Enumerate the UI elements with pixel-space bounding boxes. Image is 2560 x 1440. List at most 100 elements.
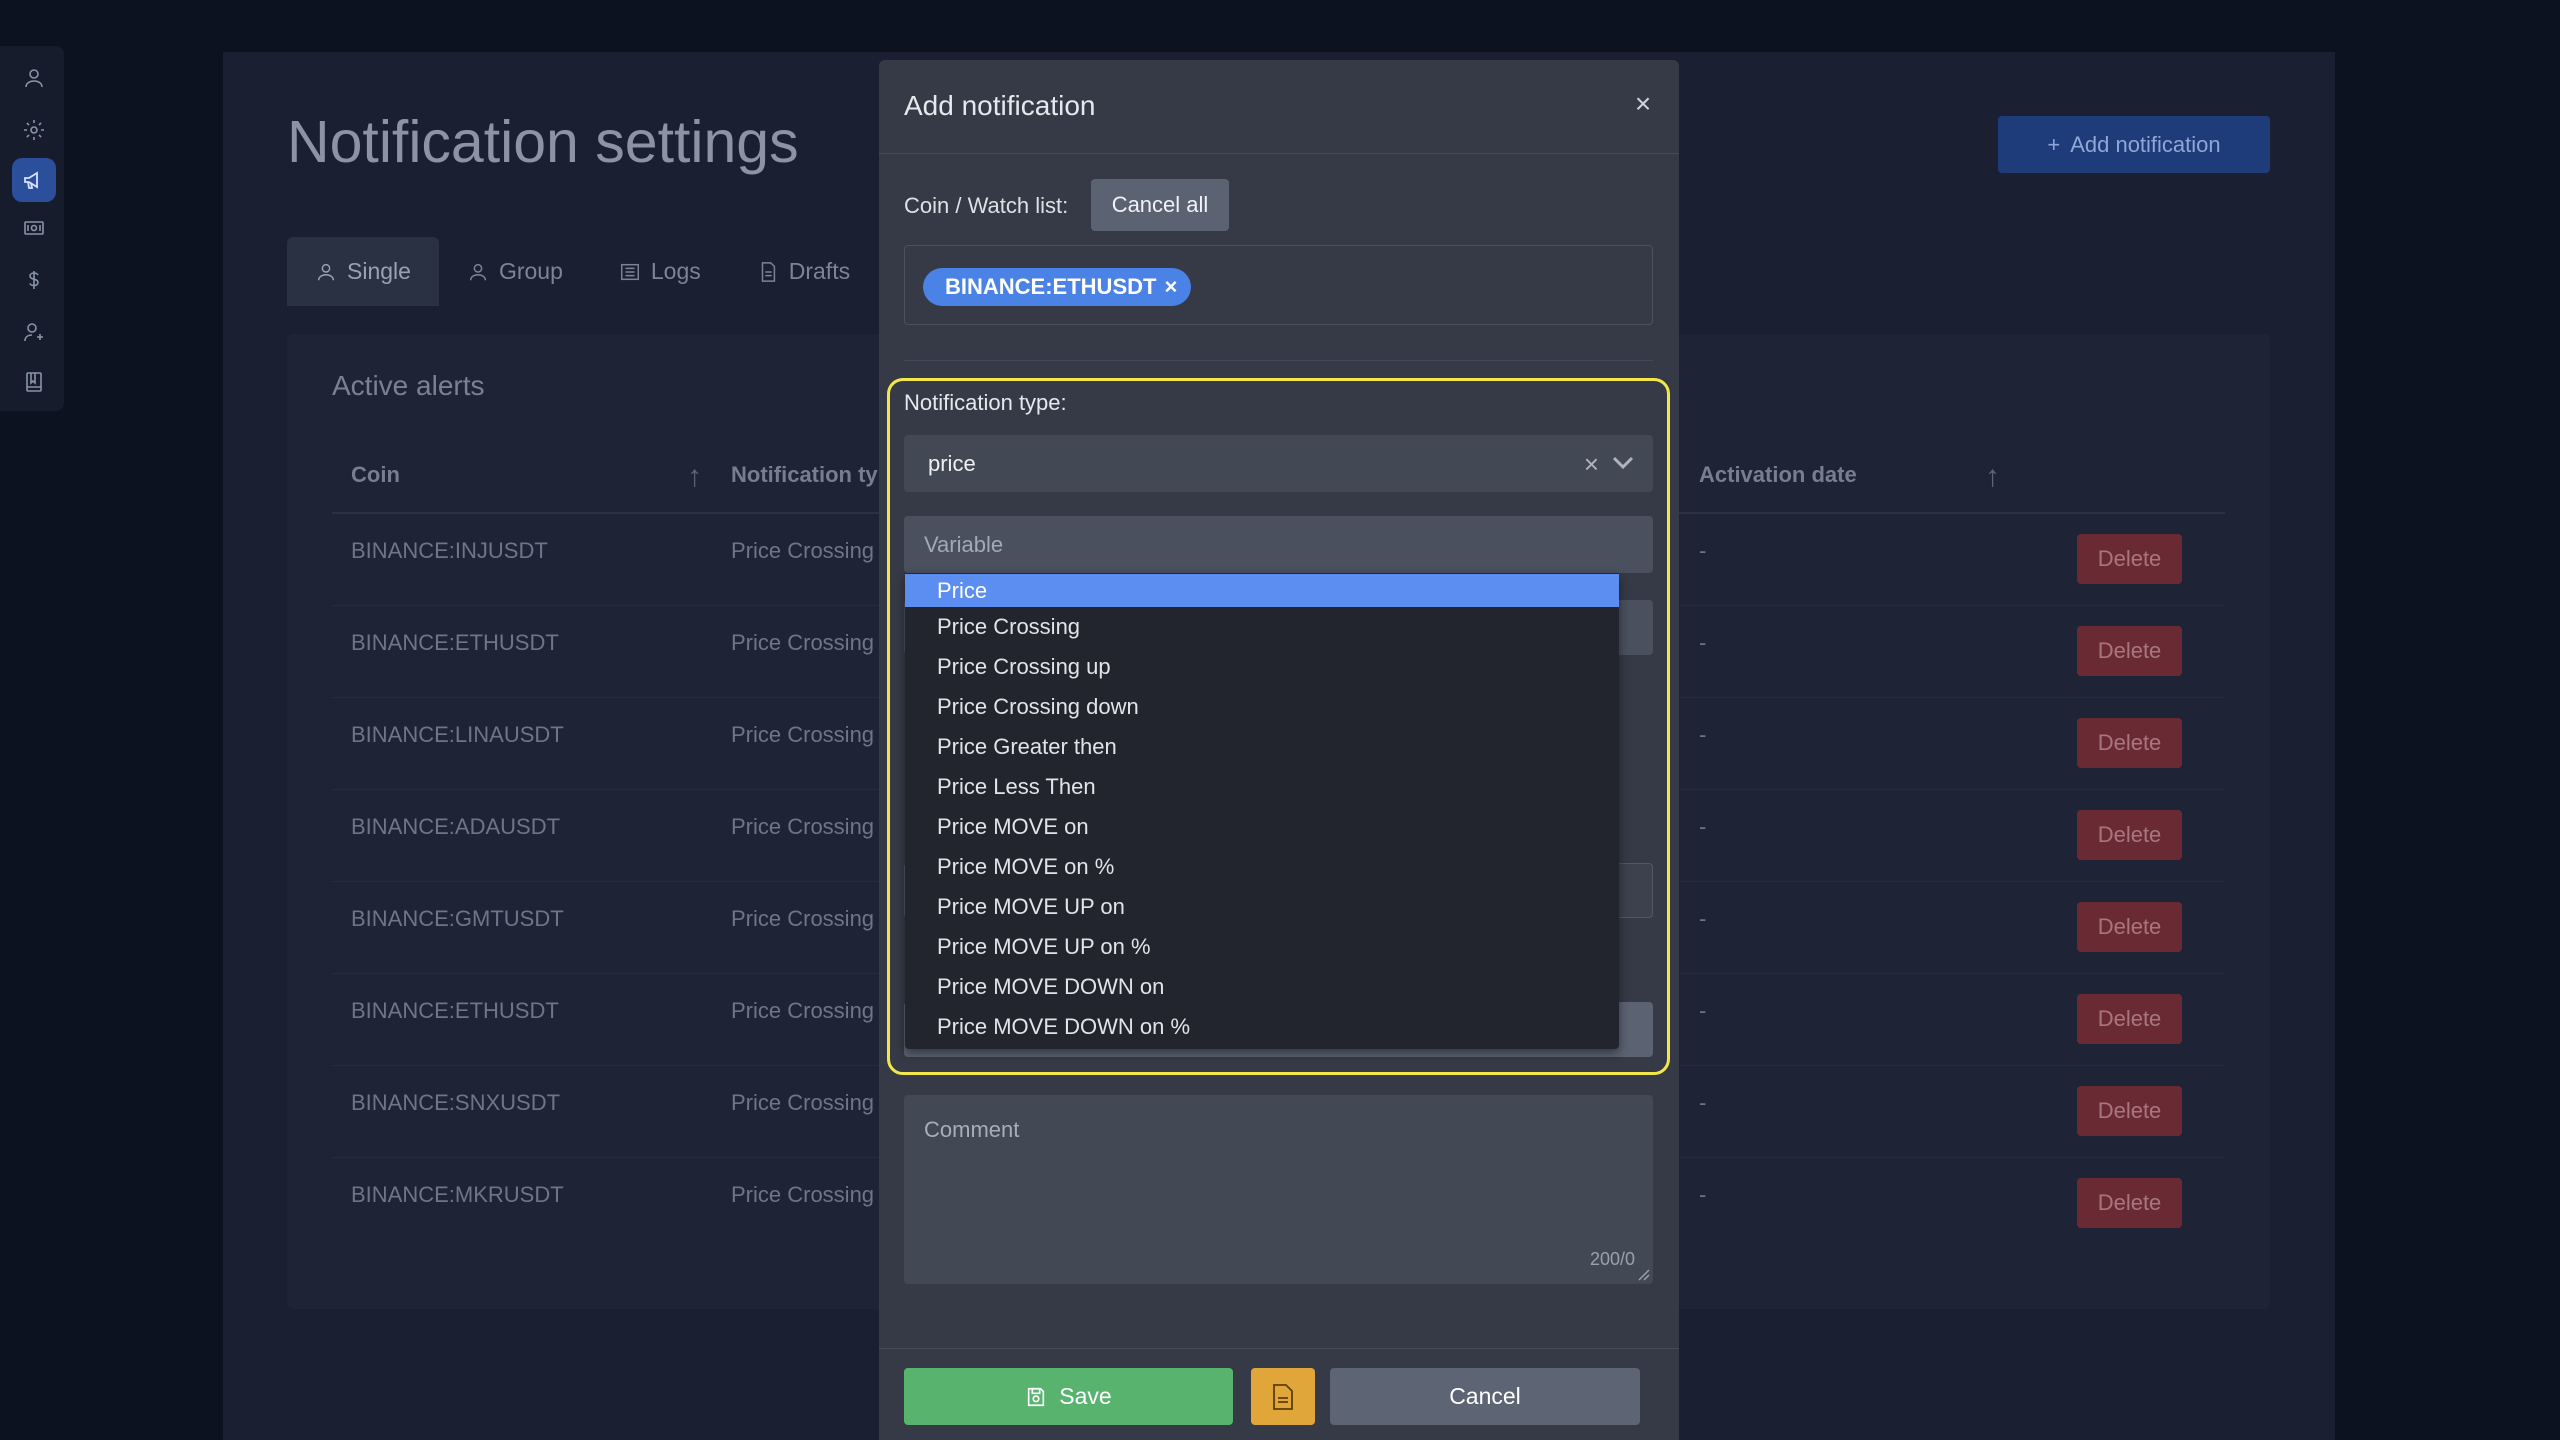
delete-button[interactable]: Delete [2077,534,2182,584]
dropdown-option[interactable]: Price Crossing up [905,647,1619,687]
dropdown-option[interactable]: Price Greater then [905,727,1619,767]
cell-type: Price Crossing [731,538,875,563]
notification-type-label: Notification type: [904,390,1067,415]
variable-placeholder: Variable [924,532,1004,557]
cell-coin: BINANCE:LINAUSDT [351,722,564,747]
user-icon [317,263,335,280]
rail-book-icon[interactable] [12,360,56,404]
cell-type: Price Crossing [731,722,875,747]
rail-dollar-icon[interactable] [12,258,56,302]
dropdown-option[interactable]: Price [905,574,1619,607]
cell-activation: - [1699,538,1707,563]
cell-type: Price Crossing [731,814,875,839]
cell-activation: - [1699,1090,1707,1115]
cell-type: Price Crossing [731,1182,875,1207]
cell-coin: BINANCE:SNXUSDT [351,1090,561,1115]
coin-chips-input[interactable]: BINANCE:ETHUSDT × [904,245,1653,325]
card-title: Active alerts [332,370,485,401]
save-button[interactable]: Save [904,1368,1233,1425]
tab-group[interactable]: Group [439,237,591,306]
resize-handle-icon[interactable] [1638,1269,1650,1281]
cell-type: Price Crossing [731,906,875,931]
notification-type-value: price [928,451,976,476]
sidebar-rail [0,46,64,411]
document-icon [761,261,775,282]
cell-type: Price Crossing [731,1090,875,1115]
rail-cash-icon[interactable] [12,206,56,250]
cell-type: Price Crossing [731,998,875,1023]
cell-coin: BINANCE:MKRUSDT [351,1182,564,1207]
col-header-coin[interactable]: Coin [351,462,400,488]
divider [904,360,1653,361]
clear-icon[interactable]: × [1584,449,1599,480]
cell-activation: - [1699,1182,1707,1207]
close-icon[interactable]: × [1629,90,1657,118]
dropdown-option[interactable]: Price MOVE UP on % [905,927,1619,967]
cell-activation: - [1699,906,1707,931]
save-icon [1028,1387,1045,1406]
rail-add-user-icon[interactable] [12,310,56,354]
col-header-activation[interactable]: Activation date [1699,462,1857,488]
notification-type-select[interactable]: price × [904,435,1653,492]
cell-coin: BINANCE:ETHUSDT [351,630,559,655]
delete-button[interactable]: Delete [2077,718,2182,768]
list-icon [620,263,639,280]
add-notification-label: Add notification [2070,131,2221,157]
rail-profile-icon[interactable] [12,56,56,100]
tab-bar: Single Group Logs Drafts [287,237,878,306]
add-notification-button[interactable]: + Add notification [1998,116,2270,173]
dropdown-option[interactable]: Price MOVE DOWN on [905,967,1619,1007]
notification-type-dropdown: Price Price Crossing Price Crossing up P… [905,573,1619,1049]
save-label: Save [1059,1383,1112,1409]
add-notification-modal: Add notification × Coin / Watch list: Ca… [879,60,1679,1440]
col-header-type[interactable]: Notification ty [731,462,878,488]
plus-icon: + [2047,131,2061,157]
dropdown-option[interactable]: Price MOVE on [905,807,1619,847]
cell-activation: - [1699,722,1707,747]
dropdown-option[interactable]: Price Crossing down [905,687,1619,727]
tab-single[interactable]: Single [287,237,439,306]
dropdown-option[interactable]: Price Crossing [905,607,1619,647]
chevron-down-icon[interactable] [1611,453,1635,473]
dropdown-option[interactable]: Price MOVE UP on [905,887,1619,927]
rail-settings-icon[interactable] [12,108,56,152]
cell-coin: BINANCE:ADAUSDT [351,814,561,839]
delete-button[interactable]: Delete [2077,902,2182,952]
save-draft-button[interactable] [1251,1368,1315,1425]
dropdown-option[interactable]: Price Less Then [905,767,1619,807]
comment-textarea[interactable]: Comment 200/0 [904,1095,1653,1284]
tab-logs-label: Logs [650,258,701,284]
footer-divider [879,1348,1679,1349]
tab-logs[interactable]: Logs [591,237,729,306]
dropdown-option[interactable]: Price MOVE on % [905,847,1619,887]
coin-chip: BINANCE:ETHUSDT × [923,268,1192,306]
page-title: Notification settings [287,109,799,175]
cell-coin: BINANCE:GMTUSDT [351,906,564,931]
tab-drafts-label: Drafts [788,258,851,284]
cancel-all-button[interactable]: Cancel all [1091,179,1229,231]
users-icon [469,263,487,280]
chip-remove-icon[interactable]: × [1164,274,1177,300]
tab-single-label: Single [347,258,411,284]
delete-button[interactable]: Delete [2077,1086,2182,1136]
cell-activation: - [1699,630,1707,655]
delete-button[interactable]: Delete [2077,626,2182,676]
dropdown-option[interactable]: Price MOVE DOWN on % [905,1007,1619,1047]
variable-input[interactable]: Variable [904,516,1653,573]
cell-type: Price Crossing [731,630,875,655]
modal-header: Add notification × [879,60,1679,154]
tab-group-label: Group [498,258,563,284]
sort-arrow-icon[interactable]: ↑ [1985,460,2000,494]
cell-activation: - [1699,814,1707,839]
delete-button[interactable]: Delete [2077,1178,2182,1228]
modal-title: Add notification [904,90,1096,121]
delete-button[interactable]: Delete [2077,994,2182,1044]
tab-drafts[interactable]: Drafts [729,237,878,306]
cancel-button[interactable]: Cancel [1330,1368,1640,1425]
document-icon [1273,1383,1293,1410]
cell-activation: - [1699,998,1707,1023]
coin-chip-label: BINANCE:ETHUSDT [945,274,1157,299]
rail-megaphone-icon[interactable] [12,158,56,202]
sort-arrow-icon[interactable]: ↑ [687,460,702,494]
delete-button[interactable]: Delete [2077,810,2182,860]
